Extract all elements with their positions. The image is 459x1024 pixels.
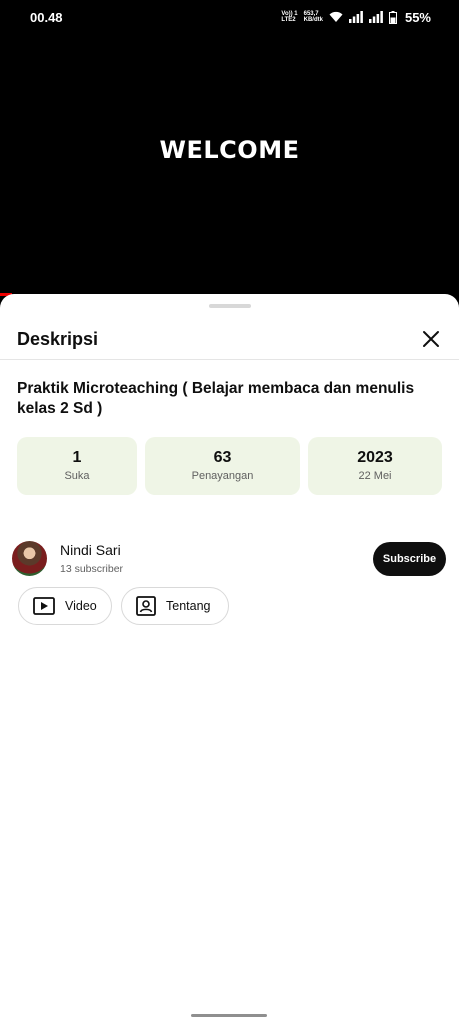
stats-row: 1 Suka 63 Penayangan 2023 22 Mei xyxy=(17,437,442,495)
video-title: Praktik Microteaching ( Belajar membaca … xyxy=(17,380,415,417)
chip-video-label: Video xyxy=(65,599,97,613)
channel-row[interactable]: Nindi Sari 13 subscriber Subscribe xyxy=(12,539,446,579)
stat-date-day: 22 Mei xyxy=(358,470,392,482)
status-time: 00.48 xyxy=(30,9,63,25)
avatar[interactable] xyxy=(12,541,47,576)
divider xyxy=(0,359,459,360)
sheet-header: Deskripsi xyxy=(0,318,459,360)
contact-icon xyxy=(136,596,156,616)
screen: 00.48 Vo)) 1 LTE2 653,7 KB/dtk 55% WELCO… xyxy=(0,0,459,1024)
chip-about[interactable]: Tentang xyxy=(121,587,229,625)
close-button[interactable] xyxy=(419,327,443,351)
stat-date: 2023 22 Mei xyxy=(308,437,442,495)
stat-date-year: 2023 xyxy=(357,449,393,466)
stat-views-label: Penayangan xyxy=(191,470,254,482)
stat-likes: 1 Suka xyxy=(17,437,137,495)
sheet-title: Deskripsi xyxy=(17,328,99,349)
stat-views: 63 Penayangan xyxy=(145,437,300,495)
subscribe-button[interactable]: Subscribe xyxy=(373,542,446,576)
chip-about-label: Tentang xyxy=(166,599,211,613)
chip-video[interactable]: Video xyxy=(18,587,112,625)
signal-icon xyxy=(348,11,363,23)
wifi-icon xyxy=(329,11,343,22)
video-overlay-text: WELCOME xyxy=(159,136,300,164)
battery-percent: 55% xyxy=(404,9,431,25)
stat-views-value: 63 xyxy=(213,449,232,466)
home-indicator[interactable] xyxy=(191,1014,267,1017)
video-player[interactable]: WELCOME xyxy=(0,34,459,296)
close-icon xyxy=(423,331,439,347)
stat-likes-label: Suka xyxy=(64,470,90,482)
stat-likes-value: 1 xyxy=(72,449,82,466)
battery-icon xyxy=(388,10,397,24)
video-icon xyxy=(33,597,55,615)
channel-name[interactable]: Nindi Sari xyxy=(60,542,121,558)
network-type: Vo)) 1 LTE2 xyxy=(281,11,298,23)
description-sheet: Deskripsi Praktik Microteaching ( Belaja… xyxy=(0,294,459,1024)
network-speed: 653,7 KB/dtk xyxy=(303,11,323,23)
signal-icon-2 xyxy=(368,11,383,23)
status-bar: 00.48 Vo)) 1 LTE2 653,7 KB/dtk 55% xyxy=(0,0,459,34)
drag-handle[interactable] xyxy=(209,304,251,308)
status-icons: Vo)) 1 LTE2 653,7 KB/dtk 55% xyxy=(281,10,431,25)
subscriber-count: 13 subscriber xyxy=(60,563,124,575)
